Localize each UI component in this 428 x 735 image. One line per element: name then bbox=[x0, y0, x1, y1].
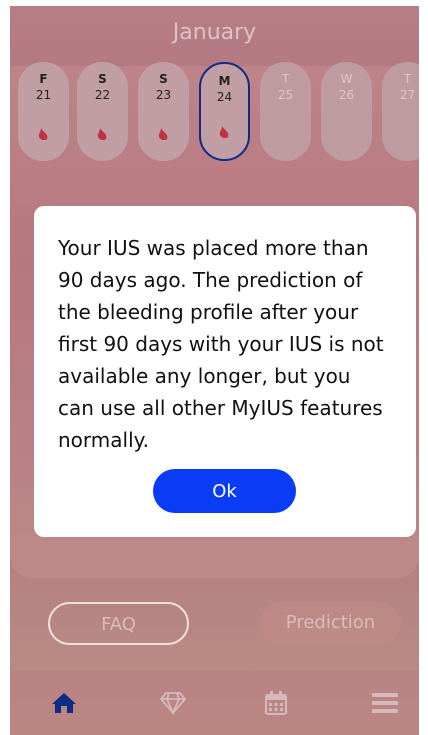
ok-button[interactable]: Ok bbox=[153, 469, 296, 513]
modal-backdrop: Your IUS was placed more than 90 days ag… bbox=[0, 0, 428, 735]
info-dialog: Your IUS was placed more than 90 days ag… bbox=[34, 206, 416, 537]
dialog-message: Your IUS was placed more than 90 days ag… bbox=[58, 236, 384, 452]
